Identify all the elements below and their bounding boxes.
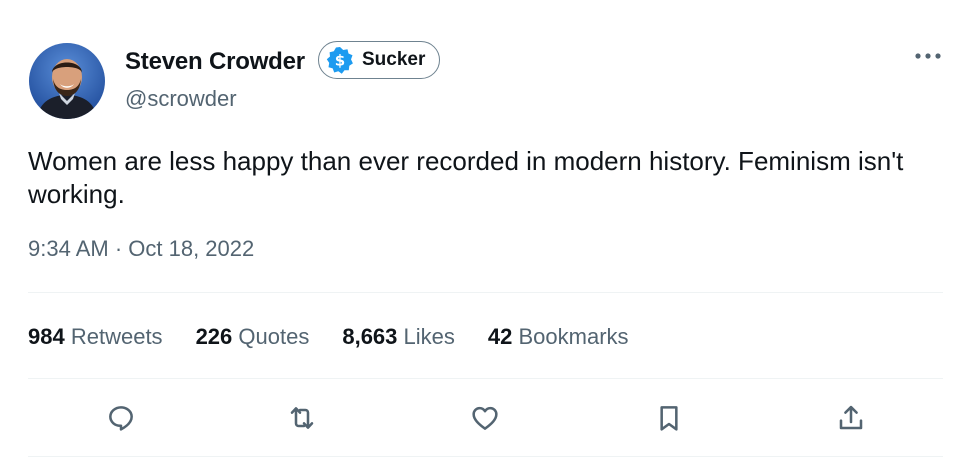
engagement-stats: 984 Retweets 226 Quotes 8,663 Likes 42 B… [28, 324, 662, 350]
reply-icon [109, 406, 133, 431]
share-icon [839, 405, 863, 430]
quotes-stat[interactable]: 226 Quotes [196, 324, 310, 350]
tweet-text: Women are less happy than ever recorded … [28, 146, 904, 209]
more-options-button[interactable] [913, 48, 943, 64]
divider [28, 456, 943, 457]
retweets-stat[interactable]: 984 Retweets [28, 324, 163, 350]
stat-count: 8,663 [342, 324, 398, 349]
avatar[interactable] [29, 43, 105, 119]
divider [28, 292, 943, 293]
bookmarks-stat[interactable]: 42 Bookmarks [488, 324, 629, 350]
stat-label: Bookmarks [518, 324, 629, 349]
dollar-badge-icon: $ [326, 47, 353, 74]
reply-button[interactable] [102, 399, 140, 437]
likes-stat[interactable]: 8,663 Likes [342, 324, 455, 350]
author-name[interactable]: Steven Crowder [125, 48, 305, 76]
tweet-timestamp[interactable]: 9:34 AM · Oct 18, 2022 [28, 236, 254, 262]
stat-count: 42 [487, 324, 513, 349]
like-button[interactable] [466, 399, 504, 437]
stat-label: Quotes [238, 324, 310, 349]
badge-label: Sucker [362, 49, 426, 70]
stat-label: Retweets [70, 324, 163, 349]
bookmark-icon [660, 406, 678, 431]
stat-count: 984 [28, 324, 65, 349]
divider [28, 378, 943, 379]
author-handle[interactable]: @scrowder [125, 86, 237, 112]
retweet-button[interactable] [283, 399, 321, 437]
more-dots-icon [915, 53, 941, 59]
retweet-icon [290, 407, 314, 429]
like-icon [472, 406, 498, 430]
stat-label: Likes [403, 324, 455, 349]
bookmark-button[interactable] [650, 399, 688, 437]
share-button[interactable] [832, 399, 870, 437]
subscription-badge[interactable]: $ Sucker [318, 41, 441, 79]
stat-count: 226 [195, 324, 233, 349]
svg-text:$: $ [335, 52, 345, 70]
avatar-image [29, 43, 105, 119]
